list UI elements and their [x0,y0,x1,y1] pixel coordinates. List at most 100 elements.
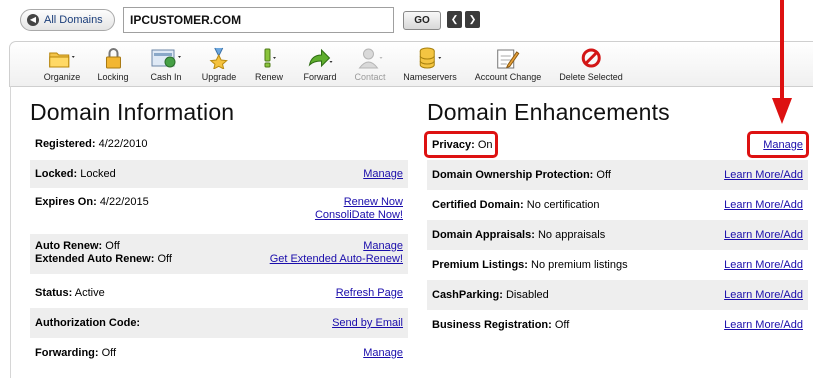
toolbar-account-change[interactable]: Account Change [474,47,542,82]
delete-icon [559,47,623,69]
toolbar-cash-in-label: Cash In [150,72,182,82]
all-domains-label: All Domains [44,14,103,26]
registered-value: 4/22/2010 [98,138,148,150]
business-registration-learn-link[interactable]: Learn More/Add [724,319,803,331]
extended-auto-renew-value: Off [157,253,172,265]
certified-domain-learn-link[interactable]: Learn More/Add [724,199,803,211]
authorization-code-text: Authorization Code: [35,317,140,329]
toolbar-renew[interactable]: Renew [255,47,283,82]
registered-row: Registered: 4/22/2010 [30,130,408,158]
send-by-email-link[interactable]: Send by Email [332,317,403,329]
previous-domain-button[interactable]: ❮ [447,11,462,28]
auto-renew-text: Auto Renew: Off Extended Auto Renew: Off [35,240,172,270]
locked-label: Locked: [35,168,78,180]
premium-listings-label: Premium Listings: [432,259,528,271]
forwarding-row: Forwarding: Off Manage [30,338,408,368]
business-registration-row: Business Registration: Off Learn More/Ad… [427,310,808,340]
toolbar-cash-in[interactable]: Cash In [148,47,184,82]
toolbar-contact[interactable]: Contact [354,47,386,82]
forwarding-manage-link[interactable]: Manage [363,347,403,359]
cashparking-text: CashParking: Disabled [432,289,549,301]
toolbar-upgrade[interactable]: Upgrade [202,47,237,82]
go-button[interactable]: GO [403,11,441,30]
toolbar-delete-selected[interactable]: Delete Selected [559,47,623,82]
account-change-icon [475,47,542,69]
toolbar-organize-label: Organize [43,72,81,82]
status-value: Active [74,287,105,299]
cashparking-value: Disabled [505,289,549,301]
lock-icon [97,47,128,69]
next-domain-button[interactable]: ❯ [465,11,480,28]
manage-highlight-box [747,131,809,158]
cashparking-learn-link[interactable]: Learn More/Add [724,289,803,301]
domain-appraisals-label: Domain Appraisals: [432,229,535,241]
cash-in-icon [148,47,184,69]
status-row: Status: Active Refresh Page [30,278,408,308]
ownership-protection-text: Domain Ownership Protection: Off [432,169,611,181]
premium-listings-learn-link[interactable]: Learn More/Add [724,259,803,271]
auto-renew-label: Auto Renew: [35,240,103,252]
toolbar-renew-label: Renew [254,72,284,82]
auto-renew-value: Off [105,240,120,252]
premium-listings-row: Premium Listings: No premium listings Le… [427,250,808,280]
auto-renew-manage-link[interactable]: Manage [363,240,403,252]
chevron-right-icon: ❯ [468,14,477,24]
business-registration-value: Off [554,319,570,331]
toolbar-contact-label: Contact [354,72,386,82]
back-arrow-icon: ◀ [27,14,39,26]
forward-arrow-icon [303,47,336,69]
locked-row: Locked: Locked Manage [30,160,408,188]
toolbar-nameservers[interactable]: Nameservers [403,47,457,82]
expires-label: Expires On: [35,196,97,208]
renew-now-link[interactable]: Renew Now [344,196,403,208]
certified-domain-row: Certified Domain: No certification Learn… [427,190,808,220]
forwarding-text: Forwarding: Off [35,347,116,359]
chevron-left-icon: ❮ [450,14,459,24]
renew-exclamation-icon [255,47,283,69]
status-text: Status: Active [35,287,105,299]
domain-enhancements-panel: Domain Enhancements Privacy: On Manage D… [423,86,813,378]
domain-toolbar: Organize Locking Cash In Upgrade Renew F… [9,41,813,87]
get-extended-auto-renew-link[interactable]: Get Extended Auto-Renew! [270,253,403,265]
toolbar-forward-label: Forward [303,72,337,82]
auto-renew-line: Auto Renew: Off [35,240,172,252]
domain-information-panel: Domain Information Registered: 4/22/2010… [10,86,408,378]
domain-appraisals-learn-link[interactable]: Learn More/Add [724,229,803,241]
premium-listings-value: No premium listings [531,259,628,271]
forwarding-label: Forwarding: [35,347,99,359]
toolbar-locking-label: Locking [97,72,129,82]
toolbar-locking[interactable]: Locking [97,47,129,82]
consolidate-now-link[interactable]: ConsoliDate Now! [315,209,403,221]
expires-text: Expires On: 4/22/2015 [35,196,149,228]
registered-label: Registered: [35,138,96,150]
toolbar-forward[interactable]: Forward [303,47,337,82]
top-bar: ◀ All Domains GO ❮ ❯ [0,0,813,42]
toolbar-delete-selected-label: Delete Selected [559,72,623,82]
extended-auto-renew-label: Extended Auto Renew: [35,253,155,265]
forwarding-value: Off [101,347,117,359]
toolbar-account-change-label: Account Change [474,72,542,82]
all-domains-button[interactable]: ◀ All Domains [20,9,115,31]
domain-name-input[interactable] [123,7,394,33]
refresh-page-link[interactable]: Refresh Page [336,287,403,299]
ownership-protection-value: Off [596,169,611,181]
contact-person-icon [354,47,385,69]
authorization-code-row: Authorization Code: Send by Email [30,308,408,338]
business-registration-label: Business Registration: [432,319,552,331]
locked-value: Locked [80,168,116,180]
certified-domain-label: Certified Domain: [432,199,524,211]
privacy-highlight-box [424,131,498,158]
certified-domain-value: No certification [526,199,600,211]
ownership-protection-learn-link[interactable]: Learn More/Add [724,169,803,181]
upgrade-medal-icon [202,47,237,69]
domain-information-title: Domain Information [30,99,235,125]
auto-renew-row: Auto Renew: Off Extended Auto Renew: Off… [30,234,408,274]
locked-text: Locked: Locked [35,168,116,180]
domain-appraisals-row: Domain Appraisals: No appraisals Learn M… [427,220,808,250]
toolbar-organize[interactable]: Organize [43,47,81,82]
domain-appraisals-text: Domain Appraisals: No appraisals [432,229,605,241]
locked-manage-link[interactable]: Manage [363,168,403,180]
nameservers-icon [403,47,457,69]
expires-row: Expires On: 4/22/2015 Renew Now ConsoliD… [30,190,408,232]
domain-appraisals-value: No appraisals [537,229,606,241]
